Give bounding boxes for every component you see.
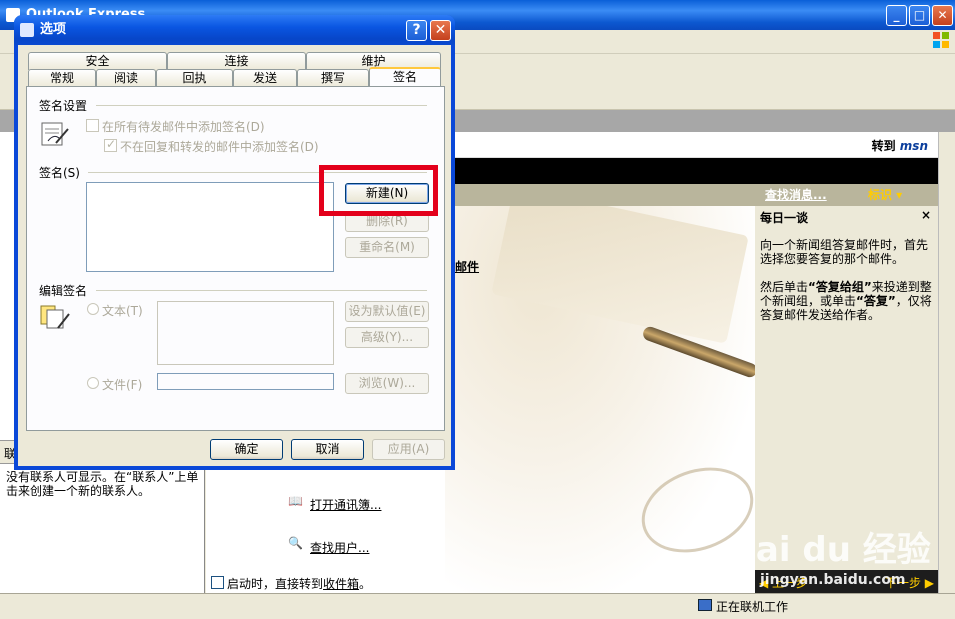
add-signature-all-checkbox[interactable] xyxy=(86,119,99,132)
signatures-listbox[interactable] xyxy=(86,182,334,272)
tip-close-button[interactable]: × xyxy=(921,208,931,222)
dialog-title-bar[interactable]: 选项 xyxy=(14,15,455,45)
tab-general[interactable]: 常规 xyxy=(28,69,96,87)
maximize-button[interactable]: □ xyxy=(909,5,930,26)
find-people-link[interactable]: 查找用户... xyxy=(310,539,369,556)
msn-goto[interactable]: 转到 msn xyxy=(872,137,928,154)
edit-signature-divider xyxy=(96,290,427,291)
tip-p2-a: 然后单击 xyxy=(760,280,809,294)
watermark-brand: Bai du 经验 xyxy=(730,530,931,570)
tab-security[interactable]: 安全 xyxy=(28,52,167,70)
tip-paragraph-2: 然后单击“答复给组”来投递到整个新闻组，或单击“答复”，仅将答复邮件发送给作者。 xyxy=(760,280,932,322)
startup-label-text: 启动时，直接转到 xyxy=(227,577,324,591)
no-signature-reply-label: 不在回复和转发的邮件中添加签名(D) xyxy=(120,140,319,154)
find-messages-link[interactable]: 查找消息... xyxy=(765,186,827,203)
file-radio-label: 文件(F) xyxy=(102,378,143,392)
close-button[interactable]: ✕ xyxy=(932,5,953,26)
startup-label: 启动时，直接转到收件箱。 xyxy=(227,575,371,592)
signature-file-input[interactable] xyxy=(157,373,334,390)
set-default-button[interactable]: 设为默认值(E) xyxy=(345,301,429,322)
options-dialog-icon xyxy=(20,23,34,37)
signatures-label: 签名(S) xyxy=(39,166,80,180)
tab-connection[interactable]: 连接 xyxy=(167,52,306,70)
tip-paragraph-1: 向一个新闻组答复邮件时，首先选择您要答复的那个邮件。 xyxy=(760,238,929,266)
no-signature-reply-checkbox[interactable] xyxy=(104,137,117,152)
contacts-empty-text: 没有联系人可显示。在“联系人”上单击来创建一个新的联系人。 xyxy=(6,470,199,498)
find-people-icon: 🔍 xyxy=(288,536,303,550)
mail-link-partial[interactable]: 邮件 xyxy=(455,258,479,275)
tab-read[interactable]: 阅读 xyxy=(96,69,156,87)
tab-signatures[interactable]: 签名 xyxy=(369,67,441,87)
tab-receipts[interactable]: 回执 xyxy=(156,69,233,87)
tip-p2-reply-group: “答复给组” xyxy=(808,280,872,294)
inbox-link[interactable]: 收件箱 xyxy=(323,577,359,591)
msn-goto-label: 转到 xyxy=(871,139,896,153)
online-status-icon xyxy=(698,599,712,611)
signature-settings-label: 签名设置 xyxy=(39,99,88,113)
dialog-close-button[interactable]: ✕ xyxy=(430,20,451,41)
tip-title: 每日一谈 xyxy=(760,211,809,225)
signature-settings-icon xyxy=(38,117,70,149)
dialog-title: 选项 xyxy=(40,22,67,37)
signature-settings-divider xyxy=(96,105,427,106)
rename-signature-button[interactable]: 重命名(M) xyxy=(345,237,429,258)
browse-button[interactable]: 浏览(W)... xyxy=(345,373,429,394)
startup-period: 。 xyxy=(359,577,372,591)
identity-menu[interactable]: 标识 ▾ xyxy=(868,186,902,203)
tab-compose[interactable]: 撰写 xyxy=(297,69,369,87)
online-status-text: 正在联机工作 xyxy=(716,600,789,614)
msn-logo: msn xyxy=(899,139,928,153)
edit-signature-icon xyxy=(38,300,70,332)
edit-signature-label: 编辑签名 xyxy=(39,284,88,298)
advanced-button[interactable]: 高级(Y)... xyxy=(345,327,429,348)
watermark-url: jingyan.baidu.com xyxy=(760,572,906,588)
signature-text-area[interactable] xyxy=(157,301,334,365)
status-bar xyxy=(0,593,955,619)
text-radio[interactable] xyxy=(87,303,99,315)
cancel-button[interactable]: 取消 xyxy=(291,439,364,460)
dialog-help-button[interactable]: ? xyxy=(406,20,427,41)
minimize-button[interactable]: _ xyxy=(886,5,907,26)
highlight-box xyxy=(319,165,438,216)
startup-checkbox[interactable] xyxy=(211,576,224,589)
add-signature-all-label: 在所有待发邮件中添加签名(D) xyxy=(102,120,265,134)
tab-send[interactable]: 发送 xyxy=(233,69,297,87)
apply-button[interactable]: 应用(A) xyxy=(372,439,445,460)
tip-p2-reply: “答复” xyxy=(856,294,896,308)
file-radio[interactable] xyxy=(87,377,99,389)
windows-logo-icon xyxy=(931,30,951,50)
text-radio-label: 文本(T) xyxy=(102,304,143,318)
open-address-book-link[interactable]: 打开通讯簿... xyxy=(310,496,381,513)
ok-button[interactable]: 确定 xyxy=(210,439,283,460)
address-book-icon: 📖 xyxy=(288,494,303,508)
